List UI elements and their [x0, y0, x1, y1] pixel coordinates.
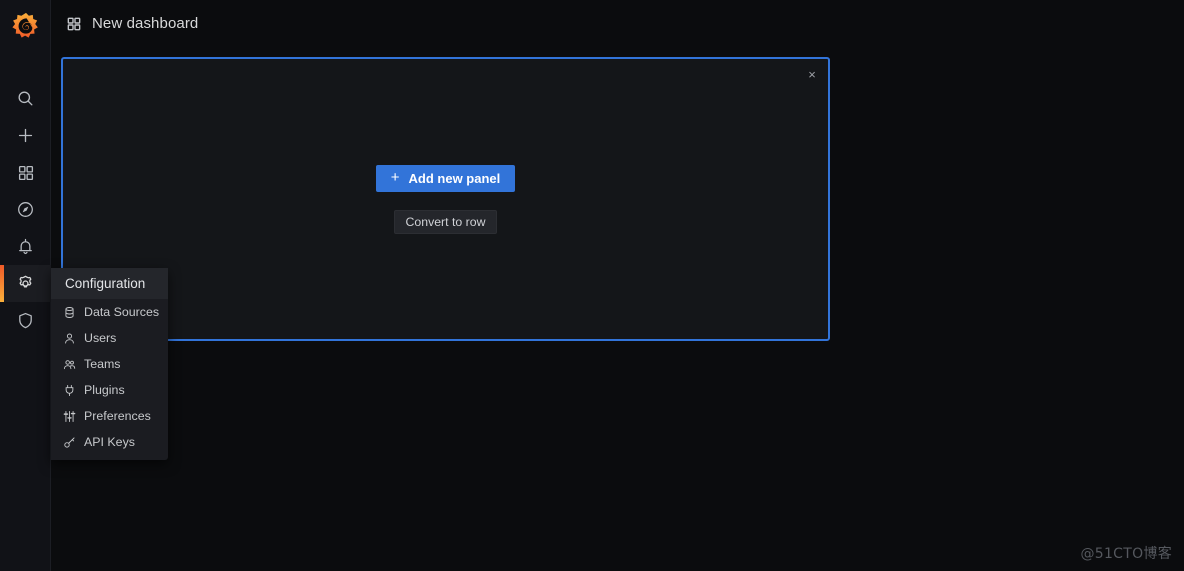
- grafana-logo[interactable]: [0, 0, 51, 51]
- menu-item-label: Users: [84, 331, 117, 345]
- sidebar-item-dashboards[interactable]: [0, 154, 51, 191]
- sidebar-item-search[interactable]: [0, 80, 51, 117]
- add-new-panel-button[interactable]: + Add new panel: [375, 164, 516, 192]
- sidebar-item-server-admin[interactable]: [0, 302, 51, 339]
- menu-item-api-keys[interactable]: API Keys: [51, 429, 168, 455]
- menu-item-preferences[interactable]: Preferences: [51, 403, 168, 429]
- watermark: @51CTO博客: [1080, 546, 1172, 562]
- apps-grid-icon: [67, 17, 81, 30]
- menu-item-label: Data Sources: [84, 305, 160, 319]
- plug-icon: [62, 383, 76, 397]
- bell-icon: [19, 238, 32, 255]
- sidebar-item-alerting[interactable]: [0, 228, 51, 265]
- main-sidebar: [0, 0, 51, 571]
- gear-icon: [19, 275, 32, 288]
- menu-item-label: API Keys: [84, 435, 135, 449]
- apps-grid-icon: [18, 165, 33, 180]
- key-icon: [62, 435, 76, 449]
- add-new-panel-label: Add new panel: [408, 170, 501, 186]
- plus-icon: +: [390, 168, 400, 186]
- dashboard-topbar: New dashboard: [51, 0, 1184, 47]
- add-panel-widget: × + Add new panel Convert to row: [61, 57, 830, 341]
- grafana-app: Configuration Data Sources Users Teams P…: [0, 0, 1184, 571]
- configuration-menu: Configuration Data Sources Users Teams P…: [51, 268, 168, 460]
- convert-to-row-button[interactable]: Convert to row: [393, 209, 498, 234]
- compass-icon: [18, 202, 33, 217]
- sidebar-item-create[interactable]: [0, 117, 51, 154]
- users-icon: [62, 357, 76, 371]
- search-icon: [18, 91, 33, 106]
- add-panel-widget-actions: + Add new panel Convert to row: [63, 59, 828, 339]
- menu-item-plugins[interactable]: Plugins: [51, 377, 168, 403]
- menu-item-label: Preferences: [84, 409, 151, 423]
- sidebar-item-configuration[interactable]: [0, 265, 51, 302]
- menu-item-data-sources[interactable]: Data Sources: [51, 299, 168, 325]
- configuration-menu-header[interactable]: Configuration: [51, 268, 168, 299]
- grafana-logo-icon: [11, 12, 38, 38]
- menu-item-teams[interactable]: Teams: [51, 351, 168, 377]
- plus-icon: [18, 128, 33, 143]
- database-icon: [62, 305, 76, 319]
- sidebar-nav-list: [0, 80, 51, 339]
- sidebar-item-explore[interactable]: [0, 191, 51, 228]
- sliders-icon: [62, 409, 76, 423]
- menu-item-label: Teams: [84, 357, 121, 371]
- page-title: New dashboard: [92, 15, 199, 32]
- menu-item-users[interactable]: Users: [51, 325, 168, 351]
- user-icon: [62, 331, 76, 345]
- shield-icon: [19, 312, 32, 329]
- menu-item-label: Plugins: [84, 383, 125, 397]
